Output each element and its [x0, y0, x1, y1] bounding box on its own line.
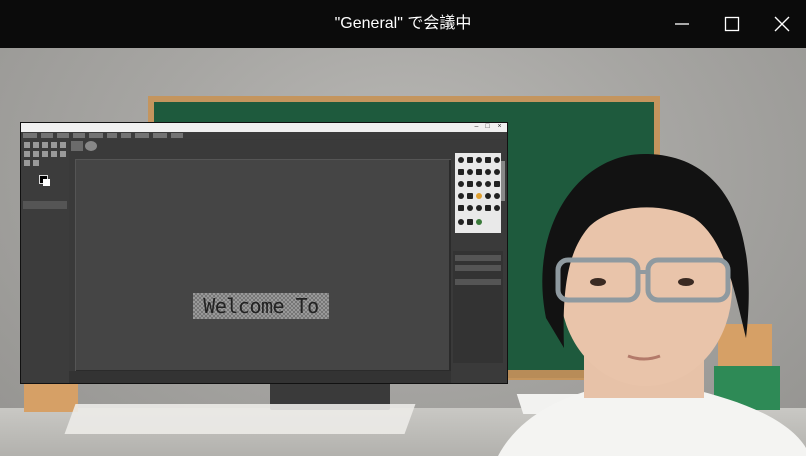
- brush-preset[interactable]: [467, 169, 473, 175]
- gimp-menubar: [21, 132, 507, 139]
- vertical-ruler: [69, 159, 76, 371]
- close-button[interactable]: [758, 0, 806, 48]
- gimp-statusbar: [69, 371, 451, 383]
- tool-options-panel[interactable]: [23, 201, 67, 209]
- gimp-menu-item[interactable]: [153, 133, 167, 138]
- gimp-menu-item[interactable]: [89, 133, 103, 138]
- window-titlebar: "General" で会議中: [0, 0, 806, 48]
- paint-tool-icon[interactable]: [24, 151, 30, 157]
- video-stage: – □ × Welcome To: [0, 48, 806, 456]
- transform-tool-icon[interactable]: [60, 142, 66, 148]
- gimp-titlebar: – □ ×: [21, 123, 507, 132]
- brush-preset[interactable]: [476, 181, 482, 187]
- gimp-menu-item[interactable]: [171, 133, 183, 138]
- close-icon: [774, 16, 790, 32]
- bucket-tool-icon[interactable]: [33, 151, 39, 157]
- text-tool-icon[interactable]: [60, 151, 66, 157]
- brush-preset[interactable]: [458, 169, 464, 175]
- gimp-menu-item[interactable]: [41, 133, 53, 138]
- gimp-maximize-icon[interactable]: □: [484, 123, 491, 130]
- crop-tool-icon[interactable]: [51, 142, 57, 148]
- shared-screen-gimp-window[interactable]: – □ × Welcome To: [20, 122, 508, 384]
- gimp-menu-item[interactable]: [57, 133, 69, 138]
- horizontal-ruler: [69, 153, 451, 160]
- papers: [64, 404, 416, 434]
- brush-preset[interactable]: [458, 219, 464, 225]
- gimp-menu-item[interactable]: [73, 133, 85, 138]
- brush-preset[interactable]: [467, 219, 473, 225]
- gimp-minimize-icon[interactable]: –: [473, 123, 480, 130]
- canvas-text-layer[interactable]: Welcome To: [193, 293, 329, 319]
- image-tab-thumbnail[interactable]: [71, 141, 83, 151]
- brush-preset[interactable]: [467, 193, 473, 199]
- brush-preset[interactable]: [476, 205, 482, 211]
- brush-preset[interactable]: [467, 205, 473, 211]
- brush-preset[interactable]: [476, 157, 482, 163]
- brush-preset[interactable]: [458, 193, 464, 199]
- brush-preset[interactable]: [458, 157, 464, 163]
- eraser-tool-icon[interactable]: [42, 151, 48, 157]
- brush-preset[interactable]: [467, 181, 473, 187]
- image-tab-thumbnail-2[interactable]: [85, 141, 97, 151]
- maximize-button[interactable]: [708, 0, 756, 48]
- brush-preset[interactable]: [476, 193, 482, 199]
- brush-preset[interactable]: [467, 157, 473, 163]
- brush-tool-icon[interactable]: [51, 151, 57, 157]
- gimp-image-tabs: [69, 139, 451, 153]
- minimize-button[interactable]: [658, 0, 706, 48]
- lasso-tool-icon[interactable]: [42, 142, 48, 148]
- brush-preset[interactable]: [458, 181, 464, 187]
- gimp-menu-item[interactable]: [23, 133, 37, 138]
- presenter-video: [498, 153, 806, 456]
- background-color-swatch[interactable]: [43, 179, 50, 186]
- brush-preset[interactable]: [476, 219, 482, 225]
- gimp-menu-item[interactable]: [107, 133, 117, 138]
- select-tool-icon[interactable]: [33, 142, 39, 148]
- maximize-icon: [724, 16, 740, 32]
- picker-tool-icon[interactable]: [24, 160, 30, 166]
- gimp-menu-item[interactable]: [135, 133, 149, 138]
- minimize-icon: [675, 23, 689, 25]
- gimp-canvas[interactable]: [76, 160, 449, 370]
- brush-preset[interactable]: [458, 205, 464, 211]
- gimp-close-icon[interactable]: ×: [496, 123, 503, 130]
- move-tool-icon[interactable]: [24, 142, 30, 148]
- gimp-toolbox: [21, 139, 69, 383]
- brush-preset[interactable]: [476, 169, 482, 175]
- gimp-menu-item[interactable]: [121, 133, 131, 138]
- zoom-tool-icon[interactable]: [33, 160, 39, 166]
